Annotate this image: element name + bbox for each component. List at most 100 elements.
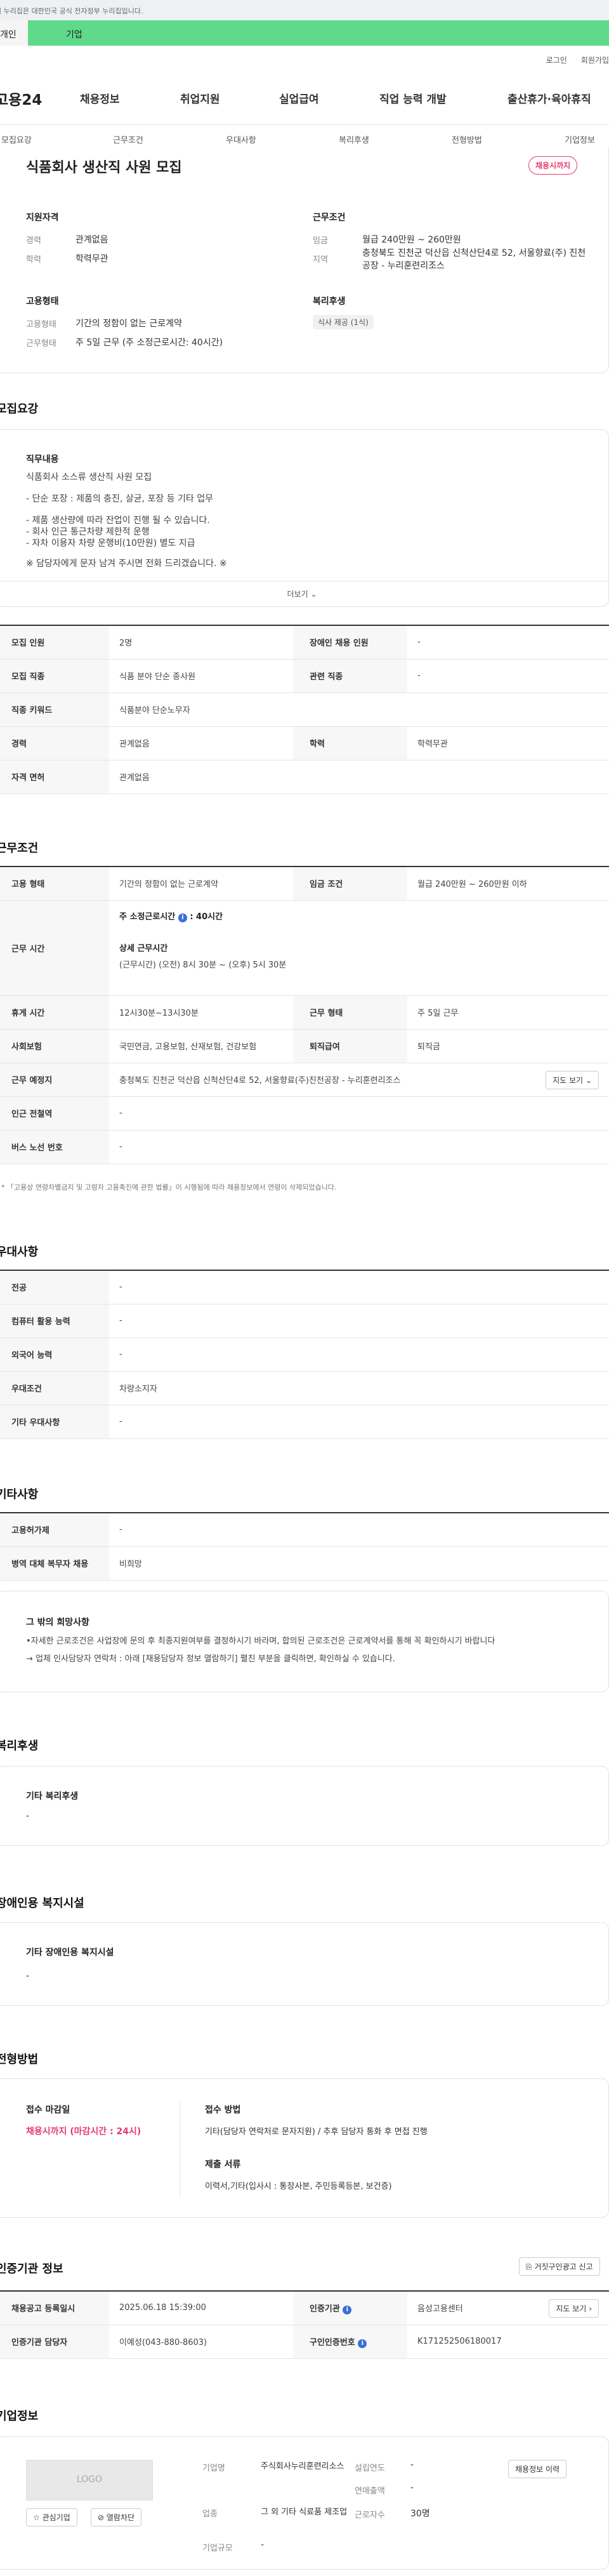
etc-box-line: → 업체 인사담당자 연락처 : 아래 [채용담당자 정보 열람하기] 펼친 부… [26,1654,395,1664]
join-link[interactable]: 회원가입 [581,55,609,65]
table-row: 모집 직종 식품 분야 단순 종사원 관련 직종 - [0,659,609,693]
row-value: 음성고용센터 [417,2304,463,2314]
site-logo[interactable]: 고용24 [0,88,42,109]
edu-value: 학력무관 [75,254,108,264]
gnb-item-employment[interactable]: 취업지원 [180,90,220,106]
row-label: 장애인 채용 인원 [293,625,407,660]
more-label: 더보기 [287,590,308,599]
section-nav-recruit[interactable]: 모집요강 [1,133,32,145]
table-row: 근무 시간 주 소정근로시간 i : 40시간 상세 근무시간 (근무시간) (… [0,900,609,996]
row-label: 인증기관 [310,2304,340,2314]
row-value: 퇴직금 [407,1029,609,1063]
row-value: - [109,1304,609,1338]
favorite-company-button[interactable]: ☆ 관심기업 [26,2508,77,2526]
row-label: 전공 [0,1270,109,1305]
row-label: 사회보험 [0,1029,109,1063]
row-value: 주 5일 근무 [407,995,609,1030]
job-history-label: 채용정보 이력 [515,2465,560,2474]
gov-banner-text: 이 누리집은 대한민국 공식 전자정부 누리집입니다. [0,7,143,15]
row-value: 비희망 [109,1546,609,1581]
gnb-item-training[interactable]: 직업 능력 개발 [379,90,447,106]
row-label: 기타 우대사항 [0,1405,109,1439]
row-label: 인근 전철역 [0,1096,109,1131]
table-row: 휴게 시간 12시30분~13시30분 근무 형태 주 5일 근무 [0,995,609,1030]
section-nav-company[interactable]: 기업정보 [565,133,595,145]
job-description-card: 직무내용 식품회사 소스류 생산직 사원 모집 - 단순 포장 : 제품의 충진… [0,429,609,607]
row-label: 학력 [293,726,407,760]
agency-value-cell: 음성고용센터 지도 보기 › [407,2291,609,2325]
disab-box-value: - [26,1971,30,1981]
table-row: 인증기관 담당자 이예성(043-880-8603) 구인인증번호 i K171252… [0,2325,609,2359]
table-row: 근무 예정지 충청북도 진천군 덕산읍 신척산단4로 52, 서울향료(주)진천공… [0,1063,609,1097]
section-nav-welfare[interactable]: 복리후생 [339,133,369,145]
info-icon[interactable]: i [178,913,187,922]
user-type-tabs: 개인 기업 [0,20,609,46]
job-history-button[interactable]: 채용정보 이력 [508,2460,567,2478]
pref-heading: 우대사항 [0,1245,39,1259]
employees-value: 30명 [410,2509,430,2519]
gov-banner: 이 누리집은 대한민국 공식 전자정부 누리집입니다. [0,0,609,20]
report-button[interactable]: ⎘ 거짓구인광고 신고 [519,2257,600,2276]
pref-table: 전공 - 컴퓨터 활용 능력 - 외국어 능력 - 우대조건 차량소지자 기타 우대사항… [0,1270,609,1439]
row-label: 자격 면허 [0,760,109,794]
row-label: 근무 시간 [0,900,109,996]
place-cell: 충청북도 진천군 덕산읍 신척산단4로 52, 서울향료(주)진천공장 - 누리… [109,1063,609,1097]
gnb-item-benefit[interactable]: 실업급여 [279,90,319,106]
section-nav-conditions[interactable]: 근무조건 [113,133,143,145]
row-label: 근무 예정지 [0,1063,109,1097]
place-value: 충청북도 진천군 덕산읍 신척산단4로 52, 서울향료(주)진천공장 - 누리… [119,1076,401,1086]
industry-label: 업종 [202,2509,218,2519]
job-title: 식품회사 생산직 사원 모집 [26,160,182,176]
welfare-chip: 식사 제공 (1식) [313,315,374,329]
gnb-item-jobs[interactable]: 채용정보 [80,90,120,106]
row-label: 컴퓨터 활용 능력 [0,1304,109,1338]
block-view-button[interactable]: ⊘ 열람차단 [91,2508,142,2526]
tab-personal[interactable]: 개인 [0,20,28,46]
row-value: - [109,1338,609,1372]
table-row: 외국어 능력 - [0,1338,609,1372]
info-icon[interactable]: i [358,2339,367,2348]
row-value: 2명 [109,625,293,660]
worktime-cell: 주 소정근로시간 i : 40시간 상세 근무시간 (근무시간) (오전) 8시… [109,900,609,996]
section-nav-pref[interactable]: 우대사항 [226,133,256,145]
row-value: K171252506180017 [407,2325,609,2359]
job-desc-title: 직무내용 [26,455,59,465]
map-button[interactable]: 지도 보기 ⌄ [546,1070,599,1089]
table-row: 우대조건 차량소지자 [0,1371,609,1405]
etc-note-card: 그 밖의 희망사항 •자세한 근로조건은 사업장에 문의 후 최종지원여부를 결… [0,1591,609,1692]
table-row: 경력 관계없음 학력 학력무관 [0,726,609,760]
career-value: 관계없음 [75,235,108,245]
wage-label: 임금 [313,236,328,246]
table-row: 모집 인원 2명 장애인 채용 인원 - [0,625,609,660]
found-value: - [410,2460,414,2470]
table-row: 고용 형태 기간의 정함이 없는 근로계약 임금 조건 월급 240만원 ~ 260만… [0,866,609,901]
welfare-heading: 복리후생 [0,1739,39,1753]
login-link[interactable]: 로그인 [546,55,567,65]
row-label: 인증기관 담당자 [0,2325,109,2359]
block-label: 열람차단 [106,2513,135,2522]
info-icon[interactable]: i [343,2305,352,2314]
row-value: - [109,1513,609,1547]
company-logo: LOGO [26,2460,153,2500]
docs-value: 이력서,기타(입사시 : 통장사본, 주민등록등본, 보건증) [205,2182,392,2191]
row-label: 우대조건 [0,1371,109,1405]
section-nav-selection[interactable]: 전형방법 [452,133,482,145]
row-label: 퇴직급여 [293,1029,407,1063]
tab-company[interactable]: 기업 [28,20,609,46]
selection-card: 접수 마감일 채용시까지 (마감시간 : 24시) 접수 방법 기타(담당자 연… [0,2078,609,2218]
disab-heading: 장애인용 복지시설 [0,1897,84,1910]
qual-title: 지원자격 [26,213,59,223]
selection-heading: 전형방법 [0,2053,39,2066]
map-label: 지도 보기 [556,2304,587,2313]
row-label: 고용허가제 [0,1513,109,1547]
row-value: 학력무관 [407,726,609,760]
row-value: 차량소지자 [109,1371,609,1405]
row-label: 채용공고 등록일시 [0,2291,109,2325]
docs-title: 제출 서류 [205,2160,241,2170]
method-value: 기타(담당자 연락처로 문자지원) / 추후 담당자 통화 후 면접 진행 [205,2127,428,2137]
more-button[interactable]: 더보기 ⌄ [0,581,608,606]
table-row: 컴퓨터 활용 능력 - [0,1304,609,1338]
gnb-item-leave[interactable]: 출산휴가·육아휴직 [508,90,591,106]
agency-map-button[interactable]: 지도 보기 › [549,2299,599,2318]
row-label: 휴게 시간 [0,995,109,1030]
